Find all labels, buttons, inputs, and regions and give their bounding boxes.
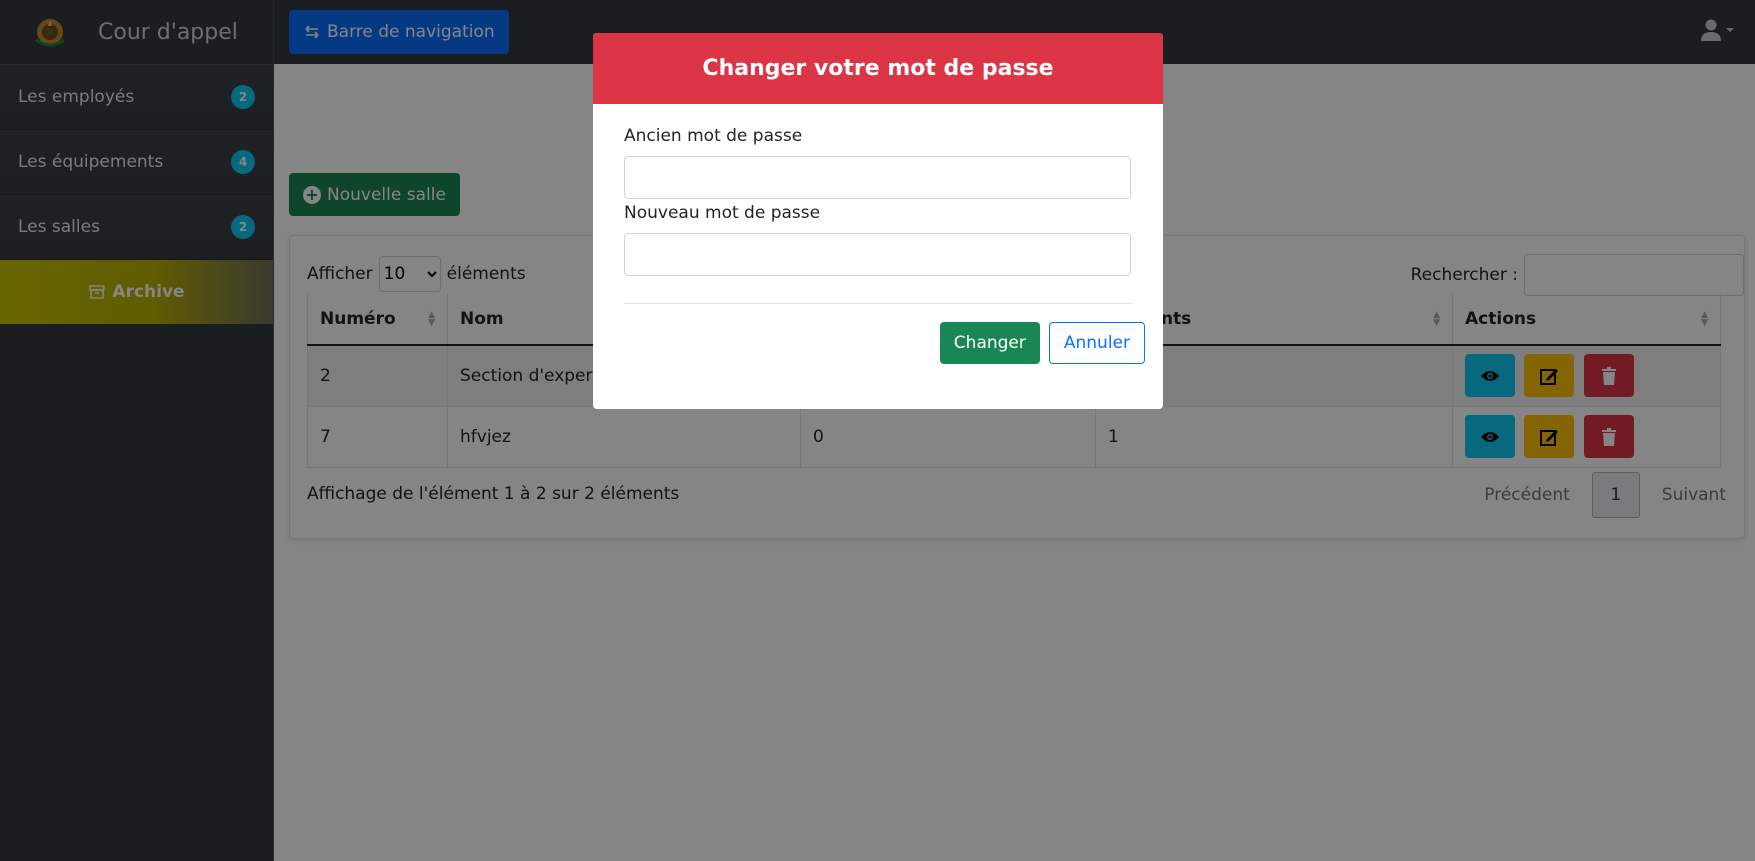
modal-title: Changer votre mot de passe <box>593 33 1163 104</box>
old-password-input[interactable] <box>624 156 1131 199</box>
old-password-label: Ancien mot de passe <box>624 126 803 146</box>
change-button[interactable]: Changer <box>939 322 1040 364</box>
cancel-button[interactable]: Annuler <box>1048 322 1145 364</box>
modal-actions: Changer Annuler <box>593 304 1163 364</box>
new-password-input[interactable] <box>624 233 1131 276</box>
new-password-label: Nouveau mot de passe <box>624 203 821 223</box>
change-password-modal: Changer votre mot de passe Ancien mot de… <box>593 33 1163 409</box>
modal-body: Ancien mot de passe Nouveau mot de passe <box>593 126 1163 304</box>
